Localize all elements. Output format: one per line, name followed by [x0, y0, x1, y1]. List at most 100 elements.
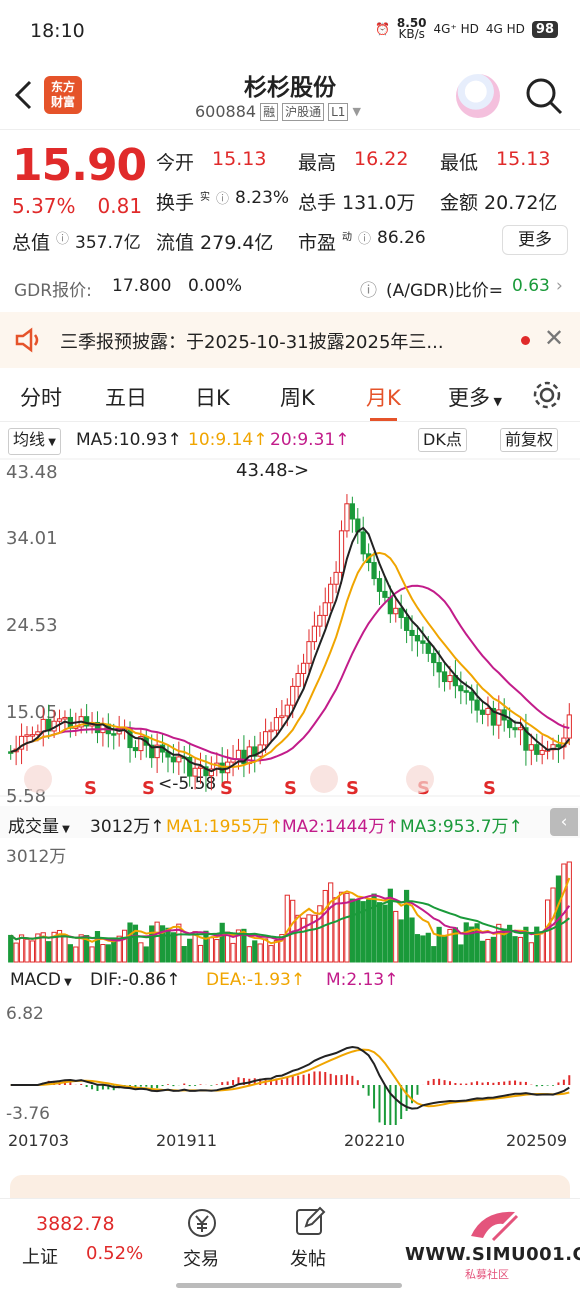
post-icon[interactable]: [294, 1205, 326, 1237]
kline-candle: [420, 640, 426, 644]
scroll-right-icon[interactable]: [406, 765, 434, 793]
kline-candle: [219, 762, 225, 774]
volume-bar: [154, 921, 160, 963]
trade-button[interactable]: 交易: [183, 1245, 219, 1271]
high-label: 最高: [298, 152, 337, 174]
help-icon[interactable]: ⓘ: [360, 276, 377, 301]
volume-bar: [149, 925, 155, 963]
volume-bar: [420, 935, 426, 963]
kline-chart[interactable]: 43.48 34.01 24.53 15.05 5.58 43.48-> <-5…: [0, 456, 580, 806]
assistant-avatar[interactable]: [456, 74, 500, 118]
kline-candle: [176, 756, 182, 763]
collapse-icon[interactable]: ‹: [550, 808, 578, 836]
info-icon[interactable]: ⓘ: [358, 228, 371, 255]
index-name[interactable]: 上证: [22, 1243, 58, 1269]
site-subtitle: 私募社区: [465, 1268, 509, 1281]
tab-daily[interactable]: 日K: [195, 382, 230, 412]
change-amount: 0.81: [97, 194, 143, 218]
volume-bar: [436, 926, 442, 963]
quote-panel: 15.90 5.37% 0.81 今开 15.13 最高 16.22 最低 15.…: [0, 130, 580, 260]
status-time: 18:10: [30, 20, 85, 42]
last-price: 15.90: [12, 140, 147, 191]
scroll-left-icon[interactable]: [24, 765, 52, 793]
volume-bar: [214, 939, 220, 963]
kline-candle: [311, 625, 318, 643]
kline-candle: [534, 744, 540, 755]
kline-candle: [333, 571, 339, 585]
close-icon[interactable]: ✕: [544, 324, 564, 352]
site-url: WWW.SIMU001.CN: [405, 1244, 580, 1265]
kline-candle: [111, 733, 117, 736]
kline-candle: [409, 629, 415, 636]
volume-bar: [8, 934, 14, 963]
volume-select[interactable]: 成交量 ▼: [8, 812, 70, 837]
indicator-select[interactable]: 均线 ▼: [8, 428, 61, 455]
stock-code-line[interactable]: 600884 融 沪股通 L1 ▼: [195, 102, 361, 121]
volume-bar: [181, 946, 187, 963]
macd-select[interactable]: MACD ▼: [10, 970, 72, 990]
adjust-button[interactable]: 前复权: [500, 428, 559, 452]
tab-intraday[interactable]: 分时: [20, 382, 62, 412]
tag-level: L1: [328, 102, 349, 121]
tab-more[interactable]: 更多 ▼: [448, 382, 502, 412]
volume-bar: [376, 902, 383, 963]
volume-bar: [203, 930, 209, 963]
volume-bar: [517, 936, 524, 963]
y-tick-2: 34.01: [6, 528, 58, 549]
alarm-icon: ⏰: [374, 22, 390, 36]
open-label: 今开: [156, 152, 195, 174]
volume-bar: [409, 917, 415, 963]
volume-bar: [393, 910, 399, 963]
volume-bar: [24, 938, 30, 963]
home-indicator: [176, 1283, 402, 1288]
volume-bar: [539, 932, 545, 963]
kline-candle: [328, 583, 334, 604]
mcap-label: 总值: [12, 232, 51, 254]
trade-icon[interactable]: [186, 1207, 218, 1239]
chevron-right-icon[interactable]: ›: [556, 276, 563, 296]
kline-candle: [441, 671, 448, 683]
scroll-left-icon[interactable]: [310, 765, 338, 793]
gdr-ratio: 0.63: [512, 276, 550, 296]
battery-indicator: 98: [531, 20, 558, 38]
volume-axis-max: 3012万: [6, 847, 66, 867]
volume-bar: [94, 931, 101, 963]
volume-bar: [29, 940, 36, 963]
kline-candle: [344, 503, 350, 532]
info-icon[interactable]: ⓘ: [56, 228, 69, 255]
pe-value: 86.26: [377, 228, 426, 248]
volume-bar: [355, 899, 361, 963]
kline-candle: [29, 734, 36, 737]
volume-bar: [230, 942, 236, 963]
volume-bar: [414, 934, 421, 963]
volume-bar: [300, 917, 307, 963]
post-button[interactable]: 发帖: [290, 1245, 326, 1271]
volume-bar: [208, 937, 214, 963]
more-quote-button[interactable]: 更多: [502, 225, 568, 255]
kline-candle: [338, 530, 345, 573]
stock-code: 600884: [195, 102, 257, 121]
volume-bar: [425, 932, 431, 963]
info-icon[interactable]: ⓘ: [216, 188, 229, 215]
volume-bar: [479, 940, 486, 963]
high-value: 16.22: [354, 148, 409, 170]
volume-bar: [349, 898, 355, 963]
tab-5day[interactable]: 五日: [105, 382, 147, 412]
dk-point-button[interactable]: DK点: [418, 428, 467, 452]
gdr-row: GDR报价: 17.800 0.00% ⓘ (A/GDR)比价= 0.63 ›: [0, 270, 580, 306]
macd-chart[interactable]: 6.82 -3.76: [0, 997, 580, 1125]
tab-weekly[interactable]: 周K: [280, 382, 315, 412]
volume-bar: [165, 927, 171, 963]
search-icon[interactable]: [524, 76, 564, 116]
macd-dif: DIF:-0.86↑: [90, 970, 181, 990]
kline-candle: [268, 729, 274, 733]
gear-icon[interactable]: [532, 380, 562, 410]
kline-candle: [431, 652, 437, 664]
kline-candle: [458, 685, 464, 692]
volume-chart[interactable]: 3012万: [0, 838, 580, 966]
announcement-bar[interactable]: 三季报预披露：于2025-10-31披露2025年三... ✕: [0, 312, 580, 368]
kline-candle: [555, 744, 562, 748]
volume-value: 131.0万: [342, 192, 416, 214]
kline-candle: [317, 614, 323, 627]
tab-monthly[interactable]: 月K: [366, 382, 401, 421]
